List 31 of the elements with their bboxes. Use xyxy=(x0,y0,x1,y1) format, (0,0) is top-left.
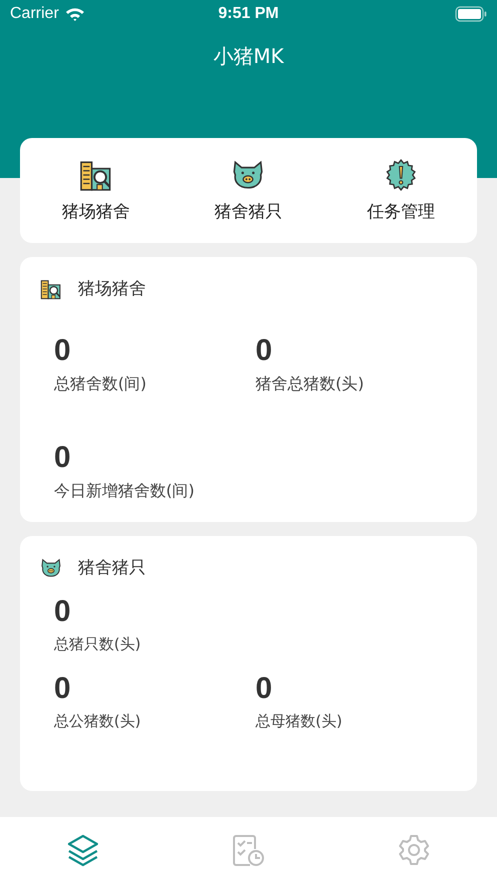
stat-label: 总母猪数(头) xyxy=(256,712,342,731)
stat-label: 总猪只数(头) xyxy=(54,635,141,654)
shortcut-button[interactable]: 任务管理 xyxy=(336,158,466,223)
stat-label: 总公猪数(头) xyxy=(54,712,141,731)
stat-value: 0 xyxy=(256,336,272,366)
carrier-name: Carrier xyxy=(10,5,59,23)
building-search-icon xyxy=(40,278,62,300)
stat-value: 0 xyxy=(54,443,71,473)
tab-button[interactable] xyxy=(66,833,100,867)
pig-icon xyxy=(40,556,62,578)
stat-value: 0 xyxy=(256,674,272,704)
settings-icon xyxy=(397,833,432,867)
stat-value: 0 xyxy=(54,336,71,366)
section-title: 猪场猪舍 xyxy=(78,278,146,300)
stat-label: 今日新增猪舍数(间) xyxy=(54,481,194,502)
tab-button[interactable] xyxy=(231,833,266,867)
tab-button[interactable] xyxy=(397,833,432,867)
alert-badge-icon xyxy=(384,158,418,192)
checklist-clock-icon xyxy=(231,833,266,867)
shortcut-button[interactable]: 猪场猪舍 xyxy=(31,158,162,223)
stat-value: 0 xyxy=(54,674,71,704)
battery-icon xyxy=(455,6,487,22)
layers-icon xyxy=(66,833,100,867)
app-title: 小猪MK xyxy=(212,43,285,70)
section-title: 猪舍猪只 xyxy=(78,557,146,579)
stat-label: 总猪舍数(间) xyxy=(54,374,146,395)
stat-value: 0 xyxy=(54,597,71,627)
wifi-icon xyxy=(64,7,85,21)
status-time: 9:51 PM xyxy=(217,5,280,23)
shortcut-button[interactable]: 猪舍猪只 xyxy=(183,158,314,223)
stat-label: 猪舍总猪数(头) xyxy=(256,374,364,395)
